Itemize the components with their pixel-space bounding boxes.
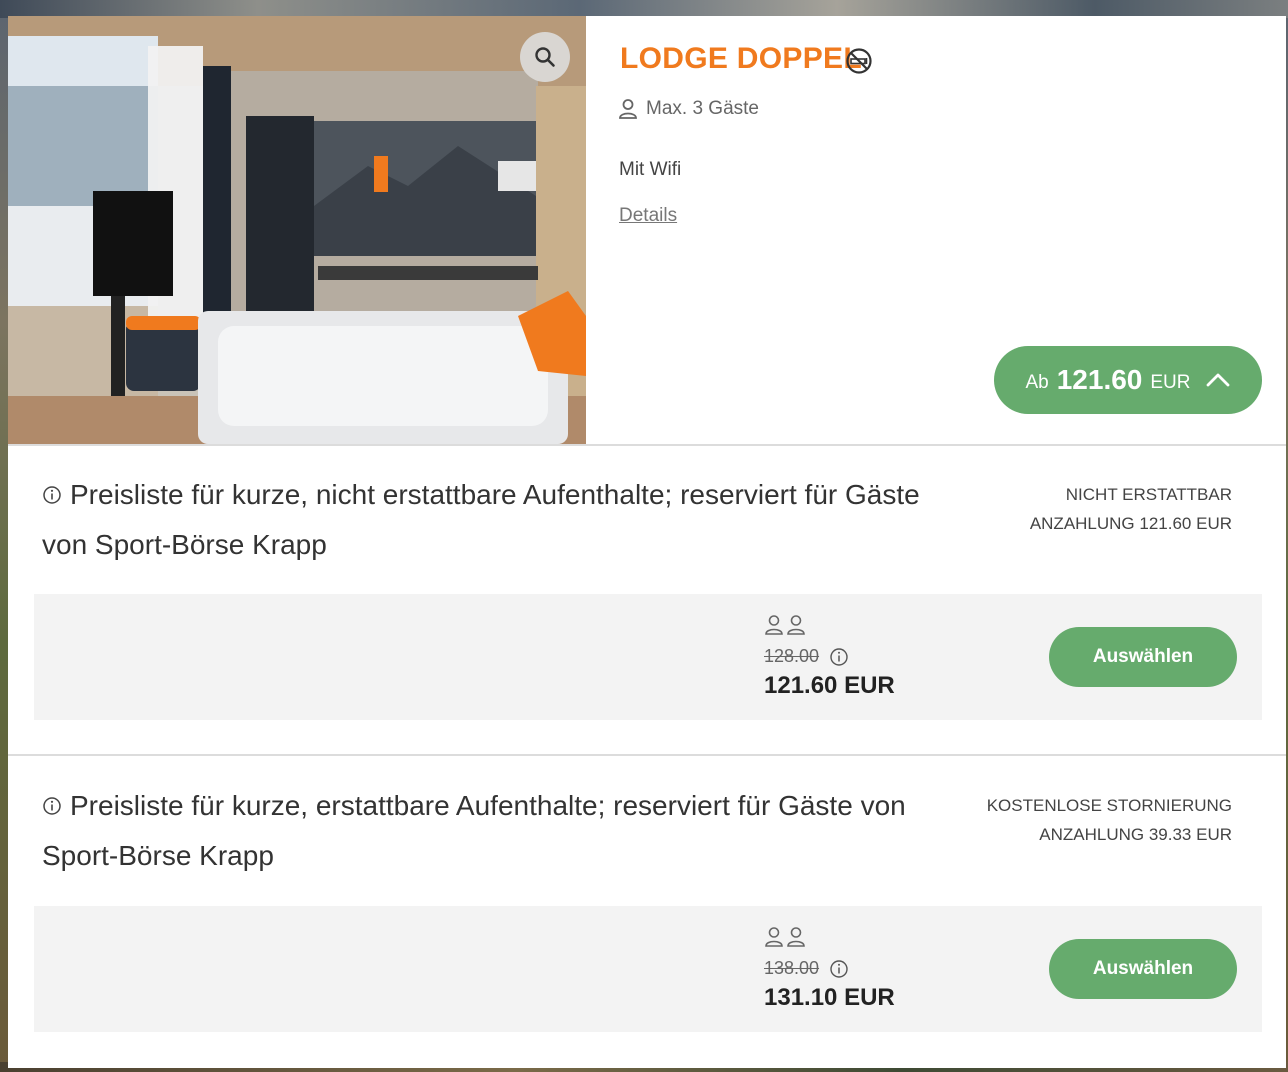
rate-deposit: ANZAHLUNG 121.60 EUR xyxy=(1029,514,1232,533)
info-icon[interactable] xyxy=(829,959,849,979)
price-amount: 121.60 xyxy=(1056,364,1143,395)
price-currency: EUR xyxy=(1150,372,1191,393)
offer-price: 131.10 EUR xyxy=(764,984,895,1011)
rate-title: Preisliste für kurze, nicht erstattbare … xyxy=(42,470,922,570)
zoom-button[interactable] xyxy=(520,32,570,82)
offer-row: 128.00 121.60 EUR Auswählen xyxy=(34,594,1262,720)
details-link[interactable]: Details xyxy=(619,205,677,227)
person-icon xyxy=(765,615,783,635)
max-guests-label: Max. 3 Gäste xyxy=(646,98,759,119)
chevron-up-icon xyxy=(1206,373,1229,387)
divider xyxy=(8,754,1286,756)
price-prefix: Ab xyxy=(1025,372,1049,393)
price-toggle-button[interactable]: Ab 121.60 EUR xyxy=(994,346,1262,414)
rate-policy: NICHT ERSTATTBAR xyxy=(1065,485,1232,504)
info-icon xyxy=(43,796,61,815)
original-price-value: 128.00 xyxy=(764,646,820,666)
occupancy xyxy=(764,614,806,636)
person-icon xyxy=(765,927,783,947)
rate-title-text: Preisliste für kurze, nicht erstattbare … xyxy=(42,479,920,560)
max-guests: Max. 3 Gäste xyxy=(618,98,759,120)
rate-meta: KOSTENLOSE STORNIERUNG ANZAHLUNG 39.33 E… xyxy=(987,791,1232,849)
select-button[interactable]: Auswählen xyxy=(1049,939,1237,999)
person-icon xyxy=(787,615,805,635)
info-icon[interactable] xyxy=(829,647,849,667)
offer-row: 138.00 131.10 EUR Auswählen xyxy=(34,906,1262,1032)
offer-price: 121.60 EUR xyxy=(764,672,895,699)
occupancy xyxy=(764,926,806,948)
search-icon xyxy=(535,47,555,67)
original-price-value: 138.00 xyxy=(764,958,820,978)
rate-title-text: Preisliste für kurze, erstattbare Aufent… xyxy=(42,790,906,871)
no-smoking-icon xyxy=(846,48,872,74)
info-icon xyxy=(43,485,61,504)
room-card: LODGE DOPPEL Max. 3 Gäste Mit Wifi Detai… xyxy=(8,16,1286,1068)
select-button[interactable]: Auswählen xyxy=(1049,627,1237,687)
original-price: 138.00 xyxy=(764,958,849,979)
divider xyxy=(8,444,1286,446)
amenity-wifi: Mit Wifi xyxy=(619,159,682,180)
person-icon xyxy=(787,927,805,947)
original-price: 128.00 xyxy=(764,646,849,667)
rate-meta: NICHT ERSTATTBAR ANZAHLUNG 121.60 EUR xyxy=(1030,480,1232,538)
room-title: LODGE DOPPEL xyxy=(620,42,862,75)
rate-policy: KOSTENLOSE STORNIERUNG xyxy=(986,796,1232,815)
room-photo[interactable] xyxy=(8,16,586,444)
person-icon xyxy=(619,99,637,119)
rate-deposit: ANZAHLUNG 39.33 EUR xyxy=(1039,825,1232,844)
rate-title: Preisliste für kurze, erstattbare Aufent… xyxy=(42,781,922,881)
